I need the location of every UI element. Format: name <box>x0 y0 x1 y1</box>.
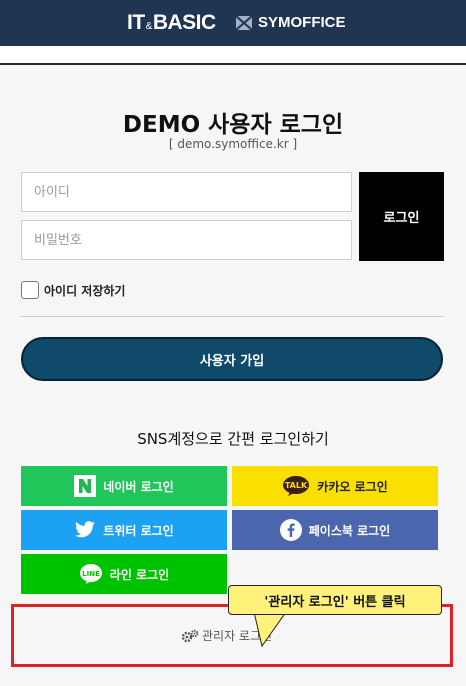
twitter-login-label: 트위터 로그인 <box>103 523 174 538</box>
top-header: IT&BASIC SYMOFFICE <box>0 0 466 46</box>
facebook-login-button[interactable]: 페이스북 로그인 <box>232 510 438 550</box>
facebook-icon <box>279 519 302 541</box>
line-login-button[interactable]: LINE 라인 로그인 <box>21 554 227 594</box>
line-login-label: 라인 로그인 <box>109 567 170 582</box>
page-subtitle: [ demo.symoffice.kr ] <box>168 137 298 151</box>
symoffice-logo-icon <box>236 15 252 30</box>
remember-id-option[interactable]: 아이디 저장하기 <box>21 281 125 299</box>
brand-amp-text: & <box>145 21 153 32</box>
svg-text:LINE: LINE <box>82 570 100 578</box>
kakao-login-button[interactable]: TALK 카카오 로그인 <box>232 466 438 506</box>
remember-id-checkbox[interactable] <box>21 281 39 299</box>
svg-text:TALK: TALK <box>285 481 308 490</box>
naver-icon <box>74 475 97 497</box>
naver-login-button[interactable]: 네이버 로그인 <box>21 466 227 506</box>
itbasic-logo[interactable]: IT&BASIC <box>127 11 216 35</box>
password-input[interactable] <box>21 220 352 260</box>
line-icon: LINE <box>79 563 103 585</box>
annotation-callout: '관리자 로그인' 버튼 클릭 <box>228 585 442 615</box>
facebook-login-label: 페이스북 로그인 <box>308 523 391 538</box>
gears-icon <box>181 629 199 642</box>
brand-basic-text: BASIC <box>152 11 216 34</box>
kakao-talk-icon: TALK <box>282 475 310 497</box>
id-input[interactable] <box>21 172 352 212</box>
naver-login-label: 네이버 로그인 <box>103 479 174 494</box>
signup-button[interactable]: 사용자 가입 <box>21 337 443 381</box>
twitter-login-button[interactable]: 트위터 로그인 <box>21 510 227 550</box>
brand-it-text: IT <box>127 11 145 34</box>
symoffice-logo[interactable]: SYMOFFICE <box>236 14 346 31</box>
page-title: DEMO 사용자 로그인 <box>122 112 344 138</box>
sns-title: SNS계정으로 간편 로그인하기 <box>137 430 329 448</box>
twitter-icon <box>74 521 96 539</box>
brand-symoffice-text: SYMOFFICE <box>258 14 346 31</box>
divider <box>21 316 443 317</box>
remember-id-label: 아이디 저장하기 <box>44 283 126 298</box>
kakao-login-label: 카카오 로그인 <box>317 479 388 494</box>
login-button[interactable]: 로그인 <box>359 172 444 261</box>
callout-tail <box>253 612 287 648</box>
